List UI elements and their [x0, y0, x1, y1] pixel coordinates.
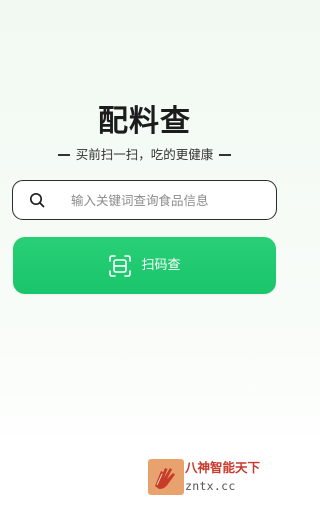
- scan-button[interactable]: 扫码查: [13, 237, 276, 294]
- hand-logo-icon: [148, 459, 184, 495]
- slogan-text: 买前扫一扫，吃的更健康: [75, 147, 214, 162]
- search-icon: [29, 192, 45, 208]
- page-title: 配料查: [98, 104, 191, 139]
- search-input[interactable]: [71, 181, 267, 219]
- watermark: 八神智能天下 zntx.cc: [148, 458, 289, 497]
- slogan: 买前扫一扫，吃的更健康: [0, 146, 289, 164]
- slogan-dash-right: [219, 154, 232, 156]
- scan-button-label: 扫码查: [141, 257, 181, 273]
- watermark-domain: zntx.cc: [185, 479, 236, 493]
- search-box[interactable]: [12, 180, 277, 220]
- slogan-dash-left: [57, 154, 70, 156]
- watermark-site-name: 八神智能天下: [185, 460, 261, 475]
- scan-icon: [109, 254, 132, 277]
